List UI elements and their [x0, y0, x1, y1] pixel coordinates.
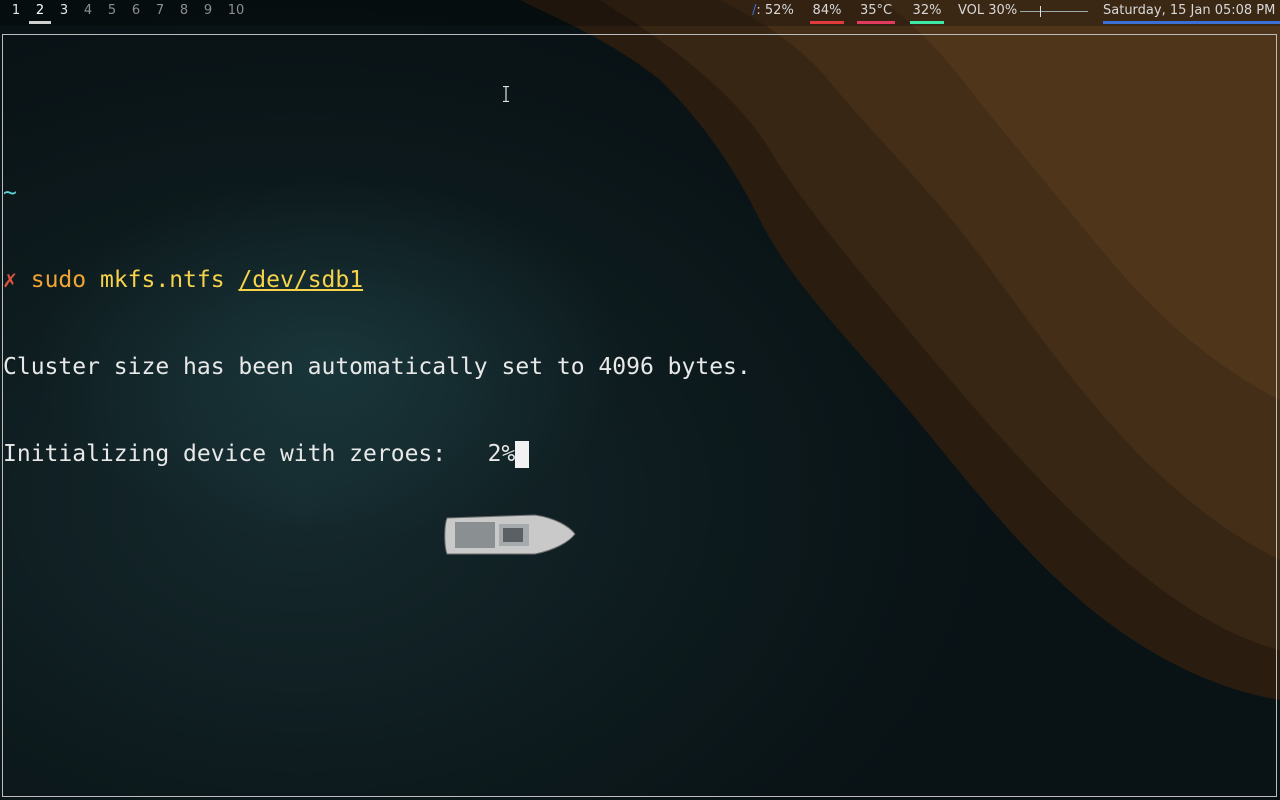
output-line-cluster: Cluster size has been automatically set … — [3, 353, 751, 382]
device-path-text: /dev/sdb1 — [238, 267, 364, 293]
text-cursor — [515, 441, 530, 468]
workspace-3[interactable]: 3 — [56, 0, 72, 24]
prompt-cwd-line: ~ — [3, 179, 751, 208]
workspace-4[interactable]: 4 — [80, 0, 96, 24]
volume-text: VOL 30% — [958, 3, 1018, 18]
datetime-underline — [1103, 21, 1280, 24]
workspace-2[interactable]: 2 — [29, 0, 51, 24]
volume-slider-handle[interactable] — [1040, 6, 1041, 17]
workspace-7[interactable]: 7 — [152, 0, 168, 24]
progress-text: Initializing device with zeroes: 2% — [3, 441, 516, 467]
memory-module: 32% — [910, 0, 944, 24]
cpu-text: 84% — [812, 3, 842, 18]
volume-module[interactable]: VOL 30% — [958, 0, 1017, 24]
temperature-underline — [857, 21, 895, 24]
workspace-6[interactable]: 6 — [128, 0, 144, 24]
datetime-text: Saturday, 15 Jan 05:08 PM — [1103, 3, 1276, 18]
memory-underline — [910, 21, 944, 24]
workspace-9[interactable]: 9 — [200, 0, 216, 24]
command-line: ✗ sudo mkfs.ntfs /dev/sdb1 — [3, 266, 751, 295]
command-text: sudo — [30, 267, 87, 293]
cwd-text: ~ — [3, 180, 17, 206]
subcommand-text: mkfs.ntfs — [99, 267, 225, 293]
disk-usage-text: : 52% — [756, 3, 794, 18]
top-status-bar: 1 2 3 4 5 6 7 8 9 10 /: 52% 84% 35°C 32%… — [0, 0, 1280, 26]
workspace-5[interactable]: 5 — [104, 0, 120, 24]
cpu-underline — [810, 21, 844, 24]
ibeam-cursor-icon — [503, 86, 509, 102]
temperature-module: 35°C — [857, 0, 895, 24]
disk-usage-module: /: 52% — [752, 0, 794, 24]
prompt-error-icon: ✗ — [3, 267, 17, 293]
workspace-10[interactable]: 10 — [225, 0, 247, 24]
output-line-progress: Initializing device with zeroes: 2% — [3, 440, 751, 469]
memory-text: 32% — [912, 3, 942, 18]
temperature-text: 35°C — [859, 3, 893, 18]
workspace-8[interactable]: 8 — [176, 0, 192, 24]
terminal-output[interactable]: ~ ✗ sudo mkfs.ntfs /dev/sdb1 Cluster siz… — [3, 34, 751, 498]
datetime-module[interactable]: Saturday, 15 Jan 05:08 PM — [1103, 0, 1280, 24]
cpu-module: 84% — [810, 0, 844, 24]
cluster-size-text: Cluster size has been automatically set … — [3, 354, 751, 380]
workspace-1[interactable]: 1 — [8, 0, 24, 24]
volume-slider[interactable] — [1020, 11, 1088, 12]
